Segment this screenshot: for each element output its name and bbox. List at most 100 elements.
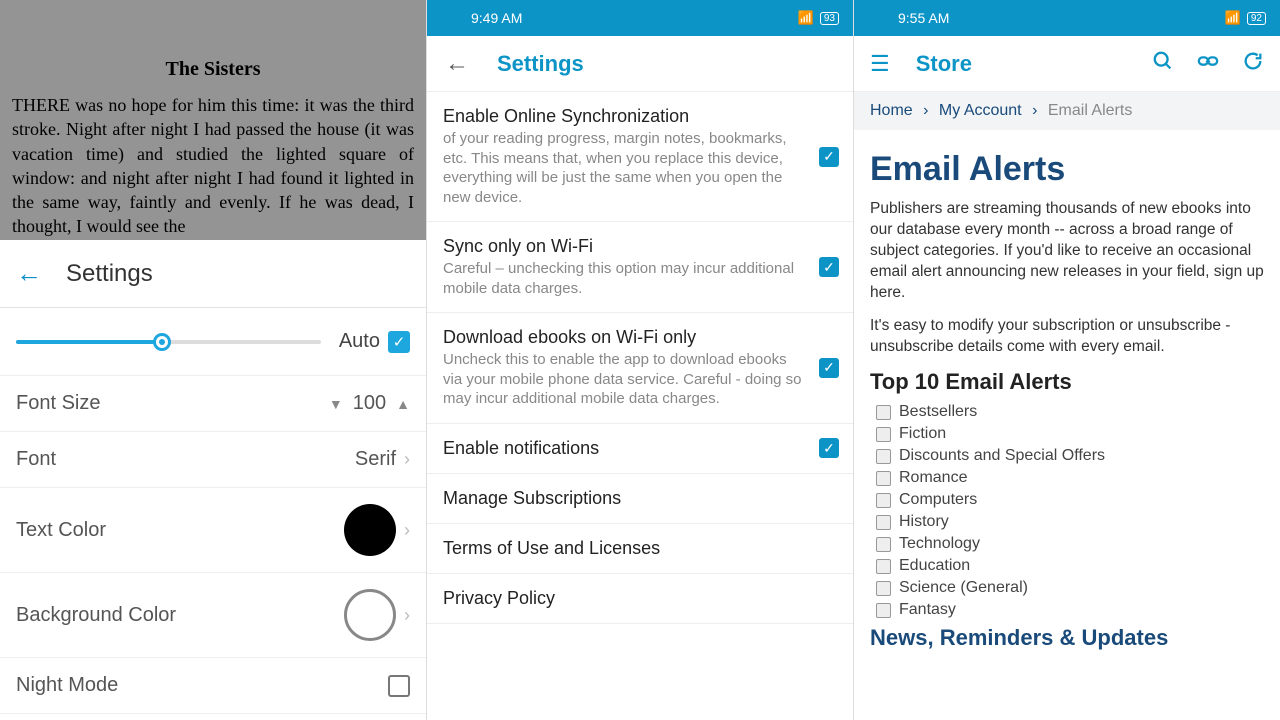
settings-item[interactable]: Manage Subscriptions [427,474,853,524]
alert-item[interactable]: Technology [876,535,1264,553]
alert-item[interactable]: Science (General) [876,579,1264,597]
font-row[interactable]: Font Serif › [0,432,426,488]
book-body-text: THERE was no hope for him this time: it … [12,93,414,239]
night-mode-label: Night Mode [16,674,388,697]
chevron-up-icon[interactable]: ▲ [396,396,410,412]
app-bar-title: Store [916,51,1130,77]
brightness-slider[interactable] [16,340,321,344]
checkbox-icon[interactable] [876,405,891,420]
section-title-2: News, Reminders & Updates [870,625,1264,651]
breadcrumb-account[interactable]: My Account [939,102,1022,119]
item-title: Terms of Use and Licenses [443,538,803,559]
alert-label: History [899,513,949,531]
reader-settings-panel: The Sisters THERE was no hope for him th… [0,0,426,720]
checkbox-icon[interactable] [876,581,891,596]
alert-item[interactable]: History [876,513,1264,531]
text-color-label: Text Color [16,519,344,542]
alert-label: Fiction [899,425,946,443]
bg-color-swatch[interactable] [344,589,396,641]
checkbox-icon[interactable] [876,603,891,618]
item-title: Privacy Policy [443,588,803,609]
settings-item[interactable]: Enable notifications ✓ [427,424,853,474]
book-chapter-title: The Sisters [12,8,414,93]
auto-brightness-checkbox[interactable]: ✓ [388,331,410,353]
search-icon[interactable] [1152,50,1174,78]
breadcrumb: Home › My Account › Email Alerts [854,92,1280,130]
checkbox-icon[interactable] [876,471,891,486]
item-checkbox[interactable]: ✓ [819,257,839,277]
intro-paragraph-2: It's easy to modify your subscription or… [870,316,1264,358]
checkbox-icon[interactable] [876,427,891,442]
settings-list: Enable Online Synchronizationof your rea… [427,92,853,624]
status-time: 9:55 AM [868,10,1225,26]
battery-icon: 92 [1247,12,1266,25]
back-arrow-icon[interactable]: ← [445,50,469,78]
alert-item[interactable]: Computers [876,491,1264,509]
volume-pages-row[interactable]: Volume Buttons Turn Pages ✓ [0,714,426,720]
font-size-stepper[interactable]: ▼ 100 ▲ [329,392,410,415]
item-title: Enable notifications [443,438,803,459]
chevron-down-icon[interactable]: ▼ [329,396,343,412]
bg-color-label: Background Color [16,604,344,627]
app-bar-title: Settings [497,51,584,77]
alert-label: Romance [899,469,967,487]
alert-label: Fantasy [899,601,956,619]
alert-item[interactable]: Discounts and Special Offers [876,447,1264,465]
bg-color-row[interactable]: Background Color › [0,573,426,658]
battery-icon: 93 [820,12,839,25]
slider-thumb-icon[interactable] [153,333,171,351]
status-time: 9:49 AM [441,10,798,26]
settings-item[interactable]: Download ebooks on Wi-Fi onlyUncheck thi… [427,313,853,424]
settings-item[interactable]: Terms of Use and Licenses [427,524,853,574]
section-title: Top 10 Email Alerts [870,369,1264,395]
settings-item[interactable]: Privacy Policy [427,574,853,624]
checkbox-icon[interactable] [876,515,891,530]
breadcrumb-home[interactable]: Home [870,102,913,119]
reader-preview: The Sisters THERE was no hope for him th… [0,0,426,239]
app-settings-panel: 9:49 AM 📶 93 ← Settings Enable Online Sy… [426,0,853,720]
checkbox-icon[interactable] [876,537,891,552]
refresh-icon[interactable] [1242,50,1264,78]
alert-item[interactable]: Bestsellers [876,403,1264,421]
status-bar: 9:55 AM 📶 92 [854,0,1280,36]
font-size-row[interactable]: Font Size ▼ 100 ▲ [0,376,426,432]
font-size-value: 100 [353,392,386,415]
app-bar: ☰ Store [854,36,1280,92]
alert-item[interactable]: Romance [876,469,1264,487]
checkbox-icon[interactable] [876,493,891,508]
link-icon[interactable] [1196,50,1220,78]
item-title: Enable Online Synchronization [443,106,803,127]
chevron-right-icon: › [404,605,410,626]
item-checkbox[interactable]: ✓ [819,358,839,378]
signal-icon: 📶 [1225,10,1241,26]
alert-label: Discounts and Special Offers [899,447,1105,465]
alert-item[interactable]: Fiction [876,425,1264,443]
night-mode-checkbox[interactable] [388,675,410,697]
font-size-label: Font Size [16,392,329,415]
checkbox-icon[interactable] [876,559,891,574]
sheet-title: Settings [66,260,153,288]
checkbox-icon[interactable] [876,449,891,464]
alert-label: Bestsellers [899,403,977,421]
settings-item[interactable]: Enable Online Synchronizationof your rea… [427,92,853,222]
text-color-swatch[interactable] [344,504,396,556]
page-content: Email Alerts Publishers are streaming th… [854,130,1280,663]
settings-item[interactable]: Sync only on Wi-FiCareful – unchecking t… [427,222,853,313]
alert-item[interactable]: Fantasy [876,601,1264,619]
chevron-right-icon: › [404,449,410,470]
alert-label: Technology [899,535,980,553]
alert-label: Science (General) [899,579,1028,597]
night-mode-row[interactable]: Night Mode [0,658,426,714]
item-title: Download ebooks on Wi-Fi only [443,327,803,348]
hamburger-icon[interactable]: ☰ [870,51,890,77]
alerts-list: Bestsellers Fiction Discounts and Special … [870,403,1264,619]
item-checkbox[interactable]: ✓ [819,147,839,167]
app-bar: ← Settings [427,36,853,92]
auto-brightness-label: Auto [339,330,380,353]
item-checkbox[interactable]: ✓ [819,438,839,458]
alert-item[interactable]: Education [876,557,1264,575]
back-arrow-icon[interactable]: ← [16,258,42,289]
font-value: Serif [355,448,396,471]
text-color-row[interactable]: Text Color › [0,488,426,573]
item-description: Uncheck this to enable the app to downlo… [443,350,803,409]
